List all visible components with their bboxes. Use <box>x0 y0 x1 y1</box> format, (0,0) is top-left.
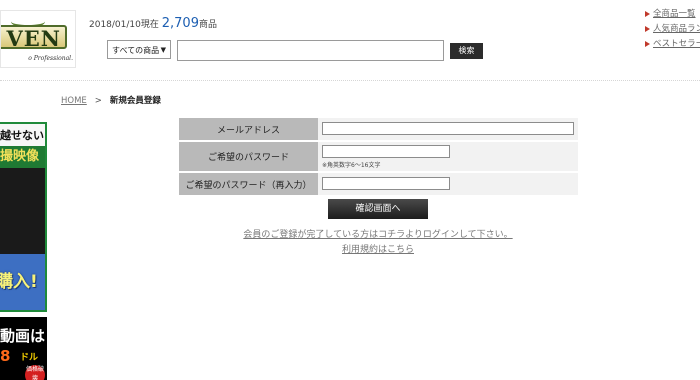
promo-banner-top[interactable]: 越せない 撮映像 購入! <box>0 122 47 312</box>
form-row-password: ご希望のパスワード ※角英数字6～16文字 <box>179 142 578 173</box>
password-confirm-field[interactable] <box>322 177 450 190</box>
login-link[interactable]: 会員のご登録が完了している方はコチラよりログインして下さい。 <box>0 227 700 240</box>
category-select-value: すべての商品 <box>112 46 160 55</box>
category-select[interactable]: すべての商品 ▼ <box>107 40 171 59</box>
confirm-button[interactable]: 確認画面へ <box>328 199 428 219</box>
breadcrumb-separator: > <box>94 96 102 106</box>
search-input[interactable] <box>177 40 444 61</box>
banner-bottom-line1: 動画は <box>0 327 46 345</box>
banner-bottom-line2: 8 <box>0 347 11 365</box>
breadcrumb: HOME > 新規会員登録 <box>61 94 161 106</box>
header-divider <box>0 80 700 81</box>
banner-bottom-line3: ドル <box>20 353 39 363</box>
date-prefix: 2018/01/10現在 <box>89 20 159 30</box>
email-label: メールアドレス <box>179 118 318 140</box>
link-popular-ranking[interactable]: 人気商品ラン <box>645 24 700 39</box>
dropdown-arrow-icon: ▼ <box>160 46 166 54</box>
registration-form: メールアドレス ご希望のパスワード ※角英数字6～16文字 ご希望のパスワード（… <box>179 118 578 197</box>
logo-wordmark: VEN <box>1 25 67 51</box>
password-label: ご希望のパスワード <box>179 142 318 171</box>
arrow-icon <box>645 41 650 47</box>
count-suffix: 商品 <box>198 20 217 30</box>
password-hint: ※角英数字6～16文字 <box>322 162 381 169</box>
banner-top-line2: 撮映像 <box>0 146 45 168</box>
form-row-email: メールアドレス <box>179 118 578 142</box>
form-row-password-confirm: ご希望のパスワード（再入力） <box>179 173 578 197</box>
breadcrumb-home[interactable]: HOME <box>61 96 87 106</box>
terms-link[interactable]: 利用規約はこちら <box>0 242 700 255</box>
email-field[interactable] <box>322 122 574 135</box>
logo-tagline: o Professional. <box>28 55 73 62</box>
product-count: 2,709 <box>161 16 199 31</box>
arrow-icon <box>645 11 650 17</box>
password-confirm-label: ご希望のパスワード（再入力） <box>179 173 318 195</box>
banner-top-line1: 越せない <box>0 129 44 142</box>
banner-buy-text: 購入! <box>0 272 38 292</box>
password-field[interactable] <box>322 145 450 158</box>
link-bestseller[interactable]: ベストセラー <box>645 39 700 54</box>
price-badge: 価格破壊 <box>25 365 45 380</box>
breadcrumb-current: 新規会員登録 <box>109 96 161 106</box>
top-links: 全商品一覧 人気商品ラン ベストセラー <box>645 9 700 54</box>
promo-banner-bottom[interactable]: 動画は 8 ドル 価格破壊 <box>0 317 47 380</box>
arrow-icon <box>645 26 650 32</box>
product-count-line: 2018/01/10現在 2,709商品 <box>89 16 217 31</box>
search-button[interactable]: 検索 <box>450 43 483 59</box>
site-logo[interactable]: VEN o Professional. <box>0 10 76 68</box>
link-all-products[interactable]: 全商品一覧 <box>645 9 700 24</box>
